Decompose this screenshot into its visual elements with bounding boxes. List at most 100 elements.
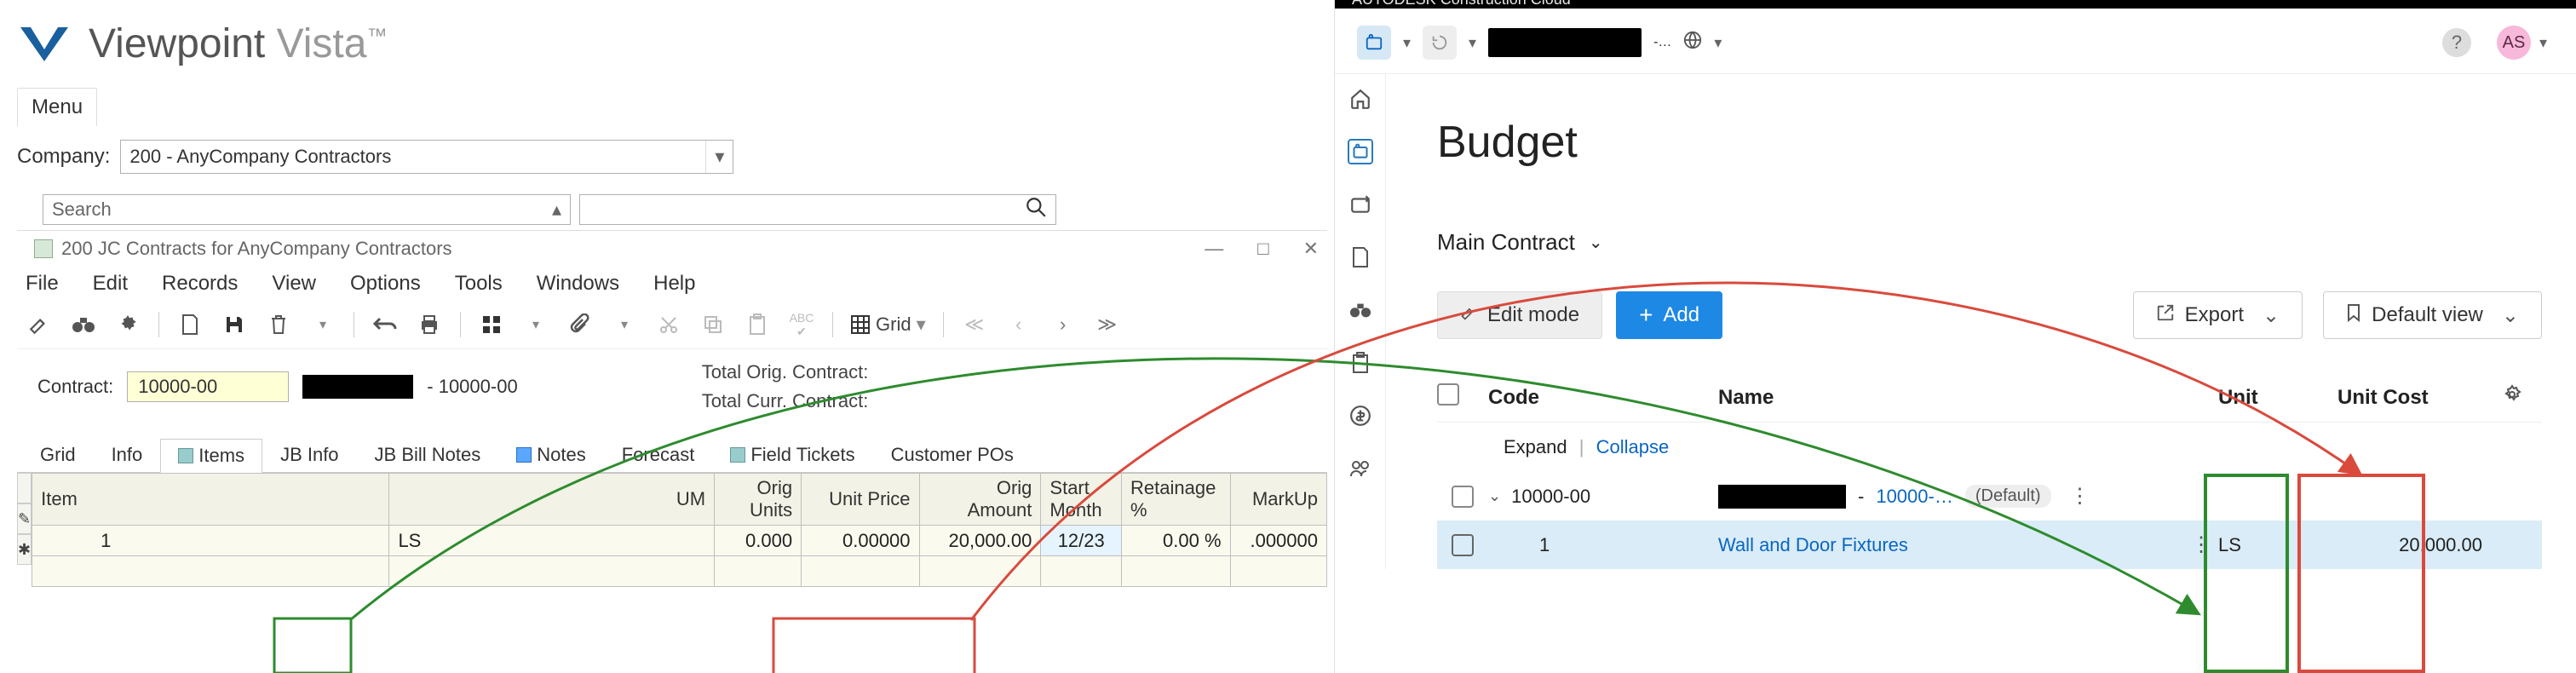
- row-handle-new[interactable]: ✱: [17, 534, 32, 565]
- cell-orig-units[interactable]: 0.000: [715, 526, 802, 556]
- tab-jb-info[interactable]: JB Info: [262, 438, 356, 472]
- globe-icon[interactable]: [1683, 31, 1702, 55]
- budget-group-row[interactable]: ⌄ 10000-00 - 10000-… (Default) ⋮: [1437, 472, 2542, 521]
- cell-start-month[interactable]: 12/23: [1041, 526, 1122, 556]
- table-settings-button[interactable]: [2482, 384, 2542, 411]
- select-all-cell[interactable]: [1437, 383, 1488, 411]
- cell-orig-amount[interactable]: 20,000.00: [919, 526, 1041, 556]
- tab-info[interactable]: Info: [94, 438, 161, 472]
- paste-icon[interactable]: [744, 311, 771, 338]
- col-unit-price[interactable]: Unit Price: [802, 474, 919, 526]
- people-icon[interactable]: [1348, 456, 1373, 481]
- menu-windows[interactable]: Windows: [537, 272, 619, 296]
- menu-view[interactable]: View: [272, 272, 316, 296]
- chevron-down-icon[interactable]: ▾: [1714, 34, 1722, 52]
- tab-field-tickets[interactable]: Field Tickets: [712, 438, 872, 472]
- chevron-down-icon[interactable]: ▾: [705, 141, 733, 173]
- cell-unit-price[interactable]: 0.00000: [802, 526, 919, 556]
- document-icon[interactable]: [1348, 244, 1373, 270]
- clipboard-icon[interactable]: [1348, 350, 1373, 376]
- col-name[interactable]: Name: [1718, 386, 2218, 410]
- delete-dropdown-icon[interactable]: ▾: [309, 311, 336, 338]
- item-name-link[interactable]: Wall and Door Fixtures: [1718, 534, 1908, 556]
- gear-icon[interactable]: [114, 311, 141, 338]
- table-row[interactable]: 1 LS 0.000 0.00000 20,000.00 12/23 0.00 …: [32, 526, 1327, 556]
- undo-icon[interactable]: [371, 311, 399, 338]
- row-handle-1[interactable]: ✎: [17, 503, 32, 534]
- chevron-down-icon[interactable]: ▾: [1403, 34, 1411, 52]
- budget-icon[interactable]: [1348, 139, 1373, 164]
- tab-jb-bill-notes[interactable]: JB Bill Notes: [357, 438, 499, 472]
- col-unit[interactable]: Unit: [2218, 386, 2337, 410]
- spellcheck-icon[interactable]: ABC✔: [788, 311, 815, 338]
- cut-icon[interactable]: [655, 311, 682, 338]
- kebab-icon[interactable]: ⋮: [2063, 484, 2097, 509]
- cell-um[interactable]: LS: [389, 526, 715, 556]
- home-icon[interactable]: [1348, 86, 1373, 112]
- grid-toggle-button[interactable]: Grid ▾: [850, 313, 926, 336]
- close-icon[interactable]: ✕: [1303, 238, 1319, 260]
- default-view-button[interactable]: Default view ⌄: [2323, 291, 2542, 339]
- nav-first-icon[interactable]: ≪: [961, 311, 988, 338]
- search-input[interactable]: [579, 194, 1056, 225]
- cell-markup[interactable]: .000000: [1230, 526, 1326, 556]
- recent-icon[interactable]: [1423, 26, 1457, 60]
- tab-notes[interactable]: Notes: [498, 438, 603, 472]
- col-code[interactable]: Code: [1488, 386, 1718, 410]
- apps-dropdown-icon[interactable]: ▾: [522, 311, 549, 338]
- col-orig-amount[interactable]: Orig Amount: [919, 474, 1041, 526]
- export-button[interactable]: Export ⌄: [2133, 291, 2303, 339]
- menu-edit[interactable]: Edit: [93, 272, 128, 296]
- table-row-new[interactable]: [32, 556, 1327, 587]
- help-icon[interactable]: ?: [2442, 28, 2471, 57]
- new-icon[interactable]: [176, 311, 204, 338]
- currency-icon[interactable]: [1348, 403, 1373, 429]
- col-retainage[interactable]: Retainage %: [1122, 474, 1231, 526]
- col-start-month[interactable]: Start Month: [1041, 474, 1122, 526]
- menu-records[interactable]: Records: [162, 272, 238, 296]
- col-markup[interactable]: MarkUp: [1230, 474, 1326, 526]
- app-switcher-icon[interactable]: [1357, 26, 1391, 60]
- avatar-menu[interactable]: AS ▾: [2497, 26, 2547, 60]
- tab-customer-pos[interactable]: Customer POs: [873, 438, 1032, 472]
- item-checkbox-cell[interactable]: [1437, 534, 1488, 556]
- menu-tab[interactable]: Menu: [17, 88, 97, 126]
- save-icon[interactable]: [221, 311, 248, 338]
- group-link[interactable]: 10000-…: [1876, 486, 1953, 508]
- col-unit-cost[interactable]: Unit Cost: [2337, 386, 2482, 410]
- attach-icon[interactable]: [566, 311, 594, 338]
- menu-options[interactable]: Options: [350, 272, 421, 296]
- group-checkbox-cell[interactable]: [1437, 486, 1488, 508]
- col-um[interactable]: UM: [389, 474, 715, 526]
- apps-icon[interactable]: [478, 311, 505, 338]
- cell-item[interactable]: 1: [32, 526, 389, 556]
- chevron-down-icon[interactable]: ⌄: [1488, 487, 1501, 505]
- expand-link[interactable]: Expand: [1504, 436, 1567, 457]
- items-table[interactable]: Item UM Orig Units Unit Price Orig Amoun…: [32, 473, 1327, 587]
- copy-icon[interactable]: [699, 311, 727, 338]
- menu-tools[interactable]: Tools: [455, 272, 503, 296]
- search-icon[interactable]: [1025, 196, 1047, 224]
- search-icon[interactable]: [1348, 297, 1373, 323]
- delete-icon[interactable]: [265, 311, 292, 338]
- binoculars-icon[interactable]: [70, 311, 97, 338]
- col-orig-units[interactable]: Orig Units: [715, 474, 802, 526]
- budget-item-row[interactable]: 1 Wall and Door Fixtures ⋮ LS 20,000.00: [1437, 521, 2542, 569]
- contract-selector[interactable]: Main Contract ⌄: [1437, 229, 2542, 256]
- collapse-link[interactable]: Collapse: [1596, 436, 1670, 457]
- tab-forecast[interactable]: Forecast: [604, 438, 713, 472]
- contract-input[interactable]: 10000-00: [127, 371, 289, 402]
- edit-icon[interactable]: [26, 311, 53, 338]
- cell-retainage[interactable]: 0.00 %: [1122, 526, 1231, 556]
- print-icon[interactable]: [416, 311, 443, 338]
- kebab-icon[interactable]: ⋮: [2184, 532, 2218, 557]
- add-button[interactable]: + Add: [1616, 291, 1722, 339]
- nav-last-icon[interactable]: ≫: [1094, 311, 1121, 338]
- search-category-select[interactable]: Search ▴: [43, 194, 571, 225]
- col-item[interactable]: Item: [32, 474, 389, 526]
- nav-prev-icon[interactable]: ‹: [1005, 311, 1032, 338]
- chevron-down-icon[interactable]: ▾: [1469, 34, 1476, 52]
- menu-help[interactable]: Help: [653, 272, 695, 296]
- maximize-icon[interactable]: □: [1257, 238, 1268, 260]
- transfer-icon[interactable]: [1348, 192, 1373, 217]
